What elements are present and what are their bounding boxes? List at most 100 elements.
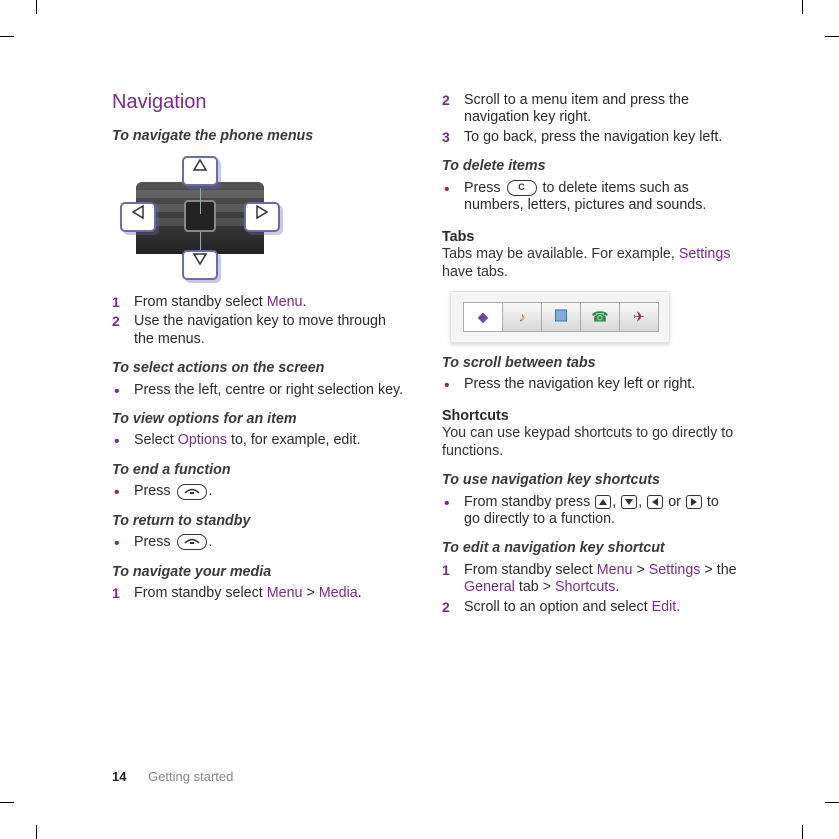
step-text: Scroll to a menu item and press the navi…: [464, 92, 689, 125]
tabs-heading: Tabs: [442, 229, 738, 246]
subheading-use: To use navigation key shortcuts: [442, 472, 738, 489]
bullet-text: to, for example, edit.: [227, 432, 361, 448]
right-column: 2 Scroll to a menu item and press the na…: [442, 90, 738, 770]
bullet-view: Select Options to, for example, edit.: [112, 432, 408, 449]
step-text: .: [615, 579, 619, 595]
step-number: 1: [112, 294, 120, 311]
bullet-item: Press the navigation key left or right.: [442, 376, 738, 393]
nav-up-icon: [595, 495, 611, 509]
bullet-text: Press: [134, 483, 175, 499]
nav-left-icon: [647, 495, 663, 509]
nav-right-icon: [686, 495, 702, 509]
step-text: From standby select: [134, 585, 267, 601]
crop-mark: [825, 36, 839, 37]
sep: tab >: [515, 579, 555, 595]
bullet-delete: Press C to delete items such as numbers,…: [442, 180, 738, 215]
subheading-edit: To edit a navigation key shortcut: [442, 540, 738, 557]
step-text: .: [302, 294, 306, 310]
step-item: 2 Scroll to a menu item and press the na…: [442, 92, 738, 127]
subheading-return: To return to standby: [112, 513, 408, 530]
sep: ,: [638, 494, 646, 510]
bullet-scroll: Press the navigation key left or right.: [442, 376, 738, 393]
menu-link: Menu: [267, 294, 303, 310]
sep: ,: [612, 494, 620, 510]
step-text: Scroll to an option and select: [464, 599, 652, 615]
page-footer: 14 Getting started: [112, 769, 233, 784]
bullet-select: Press the left, centre or right selectio…: [112, 382, 408, 399]
sep: >: [632, 562, 648, 578]
section-name: Getting started: [148, 769, 233, 784]
step-number: 2: [442, 599, 450, 616]
bullet-item: Select Options to, for example, edit.: [112, 432, 408, 449]
steps-media: 1 From standby select Menu > Media.: [112, 585, 408, 602]
crop-mark: [36, 0, 37, 14]
tab-display-icon: [542, 302, 581, 332]
tabs-paragraph: Tabs may be available. For example, Sett…: [442, 246, 738, 281]
tab-calls-icon: ☎: [581, 302, 620, 332]
nav-right-icon: [244, 202, 280, 232]
step-item: 2 Scroll to an option and select Edit.: [442, 599, 738, 616]
step-number: 1: [442, 562, 450, 579]
tabs-row: ◆ ♪ ☎ ✈: [463, 302, 659, 332]
sep: >: [302, 585, 318, 601]
bullet-use: From standby press , , or to go directly…: [442, 494, 738, 529]
navigation-key-figure: [112, 152, 288, 282]
step-text: From standby select: [134, 294, 267, 310]
crop-mark: [0, 802, 14, 803]
page-number: 14: [112, 769, 126, 784]
para-text: Tabs may be available. For example,: [442, 246, 679, 262]
bullet-text: Press: [464, 180, 505, 196]
bullet-item: From standby press , , or to go directly…: [442, 494, 738, 529]
step-text: Use the navigation key to move through t…: [134, 313, 386, 346]
period: .: [209, 483, 213, 499]
step-item: 2 Use the navigation key to move through…: [112, 313, 408, 348]
crop-mark: [802, 0, 803, 14]
tab-sounds-icon: ♪: [503, 302, 542, 332]
tab-connectivity-icon: ✈: [620, 302, 659, 332]
step-text: .: [358, 585, 362, 601]
sep: > the: [700, 562, 736, 578]
bullet-text: From standby press: [464, 494, 594, 510]
end-call-key-icon: [177, 534, 207, 550]
menu-link: Menu: [267, 585, 303, 601]
step-text: To go back, press the navigation key lef…: [464, 129, 722, 145]
bullet-return: Press .: [112, 534, 408, 551]
manual-page: Navigation To navigate the phone menus: [0, 0, 839, 839]
options-link: Options: [178, 432, 227, 448]
bullet-text: Press the left, centre or right selectio…: [134, 382, 403, 398]
step-number: 3: [442, 129, 450, 146]
crop-mark: [802, 825, 803, 839]
edit-link: Edit: [652, 599, 677, 615]
nav-down-icon: [182, 250, 218, 280]
end-call-key-icon: [177, 484, 207, 500]
subheading-scroll: To scroll between tabs: [442, 355, 738, 372]
nav-left-icon: [120, 202, 156, 232]
step-text: From standby select: [464, 562, 597, 578]
subheading-navigate: To navigate the phone menus: [112, 128, 408, 145]
crop-mark: [36, 825, 37, 839]
general-link: General: [464, 579, 515, 595]
shortcuts-heading: Shortcuts: [442, 408, 738, 425]
bullet-item: Press .: [112, 483, 408, 500]
content-area: Navigation To navigate the phone menus: [112, 90, 738, 770]
settings-link: Settings: [679, 246, 731, 262]
bullet-item: Press .: [112, 534, 408, 551]
step-item: 1 From standby select Menu > Settings > …: [442, 562, 738, 597]
step-item: 1 From standby select Menu > Media.: [112, 585, 408, 602]
subheading-delete: To delete items: [442, 158, 738, 175]
subheading-select: To select actions on the screen: [112, 360, 408, 377]
steps-navigate: 1 From standby select Menu. 2 Use the na…: [112, 294, 408, 348]
bullet-item: Press C to delete items such as numbers,…: [442, 180, 738, 215]
steps-continued: 2 Scroll to a menu item and press the na…: [442, 92, 738, 146]
bullet-text: Select: [134, 432, 178, 448]
step-item: 3 To go back, press the navigation key l…: [442, 129, 738, 146]
left-column: Navigation To navigate the phone menus: [112, 90, 408, 770]
tabs-figure: ◆ ♪ ☎ ✈: [450, 291, 670, 343]
nav-down-icon: [621, 495, 637, 509]
section-heading: Navigation: [112, 90, 408, 114]
step-number: 2: [112, 313, 120, 330]
callout-line: [200, 188, 201, 214]
nav-up-icon: [182, 156, 218, 186]
steps-edit: 1 From standby select Menu > Settings > …: [442, 562, 738, 616]
step-number: 2: [442, 92, 450, 109]
